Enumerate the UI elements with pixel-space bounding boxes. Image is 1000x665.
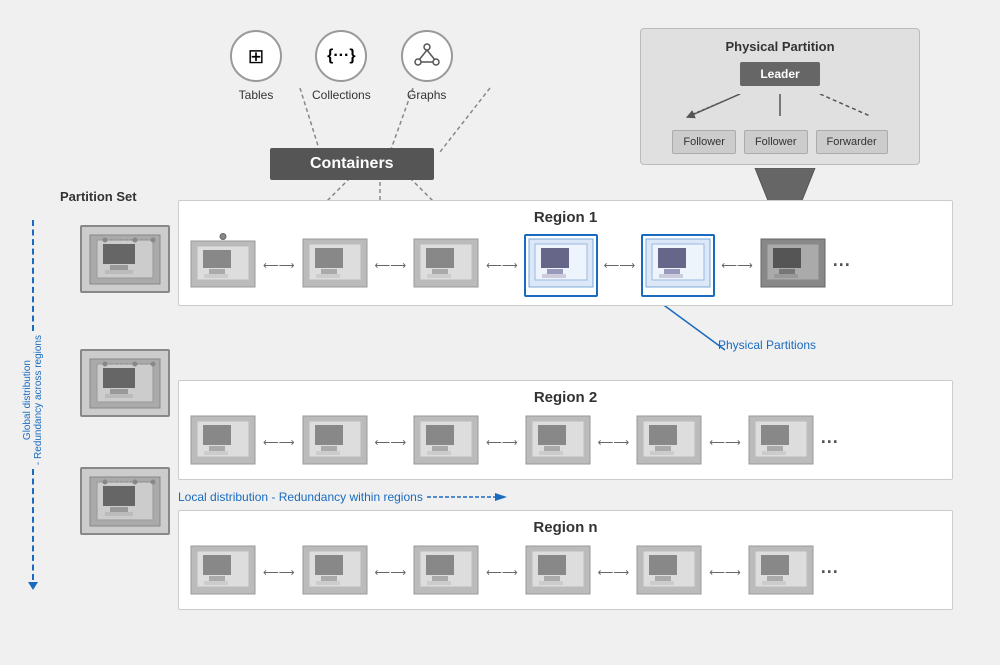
arrow-rn-4: ⟵⟶ — [598, 566, 630, 579]
global-dist-text: Global distribution — [22, 360, 33, 440]
partition-r1-4-highlighted — [524, 234, 598, 297]
partition-rn-4 — [524, 544, 592, 601]
top-icons-row: ⊞ Tables {···} Collections Graphs — [230, 30, 453, 102]
pp-follower-1: Follower — [672, 130, 736, 154]
ps-item-3 — [80, 467, 170, 535]
global-dist-subtitle: - Redundancy across regions — [33, 335, 44, 465]
region-1-box: Region 1 ⟵⟶ — [178, 200, 953, 306]
arrow-r1-5: ⟵⟶ — [721, 259, 753, 272]
pp-leader: Leader — [740, 62, 820, 86]
arrow-r2-5: ⟵⟶ — [709, 436, 741, 449]
partition-set-col — [80, 195, 175, 547]
partition-rn-5 — [635, 544, 703, 601]
partition-r1-5-highlighted — [641, 234, 715, 297]
arrow-r1-3: ⟵⟶ — [486, 259, 518, 272]
partition-r2-6 — [747, 414, 815, 471]
arrow-r1-4: ⟵⟶ — [604, 259, 636, 272]
physical-partitions-label: Physical Partitions — [718, 338, 816, 352]
region-1-partitions: ⟵⟶ ⟵⟶ — [189, 234, 942, 297]
partition-rn-1 — [189, 544, 257, 601]
partition-rn-3 — [412, 544, 480, 601]
arrow-r2-4: ⟵⟶ — [598, 436, 630, 449]
partition-r2-1 — [189, 414, 257, 471]
arrow-rn-2: ⟵⟶ — [375, 566, 407, 579]
pp-follower-2: Follower — [744, 130, 808, 154]
pp-followers-row: Follower Follower Forwarder — [651, 130, 909, 154]
tables-icon-item: ⊞ Tables — [230, 30, 282, 102]
ellipsis-rn: ··· — [821, 562, 839, 583]
tables-label: Tables — [239, 88, 274, 102]
pp-forwarder: Forwarder — [816, 130, 888, 154]
partition-r1-2 — [301, 237, 369, 294]
region-2-partitions: ⟵⟶ ⟵⟶ ⟵⟶ — [189, 414, 942, 471]
arrow-r2-3: ⟵⟶ — [486, 436, 518, 449]
partition-r1-1 — [189, 237, 257, 294]
local-dist-row: Local distribution - Redundancy within r… — [178, 490, 507, 504]
ps-item-1 — [80, 225, 170, 293]
partition-r2-3 — [412, 414, 480, 471]
region-n-partitions: ⟵⟶ ⟵⟶ ⟵⟶ — [189, 544, 942, 601]
region-n-box: Region n ⟵⟶ — [178, 510, 953, 610]
collections-label: Collections — [312, 88, 371, 102]
ellipsis-r1: ··· — [833, 255, 851, 276]
collections-icon-item: {···} Collections — [312, 30, 371, 102]
physical-partition-box: Physical Partition Leader Follower Follo… — [640, 28, 920, 165]
main-container: ⊞ Tables {···} Collections Graphs Conta — [0, 0, 1000, 665]
partition-r2-5 — [635, 414, 703, 471]
arrow-r1-2: ⟵⟶ — [375, 259, 407, 272]
partition-r2-2 — [301, 414, 369, 471]
partition-r1-6-dark — [759, 237, 827, 294]
pp-title: Physical Partition — [651, 39, 909, 54]
region-2-title: Region 2 — [189, 389, 942, 406]
containers-box: Containers — [270, 148, 434, 180]
partition-r1-3 — [412, 237, 480, 294]
arrow-rn-3: ⟵⟶ — [486, 566, 518, 579]
local-dist-text: Local distribution - Redundancy within r… — [178, 490, 423, 504]
graphs-label: Graphs — [407, 88, 446, 102]
graphs-icon-item: Graphs — [401, 30, 453, 102]
local-dist-arrow — [427, 490, 507, 504]
region-2-box: Region 2 ⟵⟶ — [178, 380, 953, 480]
graphs-icon — [401, 30, 453, 82]
partition-rn-6 — [747, 544, 815, 601]
region-n-title: Region n — [189, 519, 942, 536]
arrow-rn-5: ⟵⟶ — [709, 566, 741, 579]
arrow-r2-1: ⟵⟶ — [263, 436, 295, 449]
partition-r2-4 — [524, 414, 592, 471]
containers-label: Containers — [310, 155, 394, 172]
arrow-r2-2: ⟵⟶ — [375, 436, 407, 449]
ellipsis-r2: ··· — [821, 432, 839, 453]
global-dist-wrapper: Global distribution - Redundancy across … — [22, 220, 44, 600]
tables-icon: ⊞ — [230, 30, 282, 82]
arrow-rn-1: ⟵⟶ — [263, 566, 295, 579]
ps-item-2 — [80, 349, 170, 417]
collections-icon: {···} — [315, 30, 367, 82]
region-1-title: Region 1 — [189, 209, 942, 226]
leader-arrows — [660, 94, 900, 124]
partition-rn-2 — [301, 544, 369, 601]
arrow-r1-1: ⟵⟶ — [263, 259, 295, 272]
